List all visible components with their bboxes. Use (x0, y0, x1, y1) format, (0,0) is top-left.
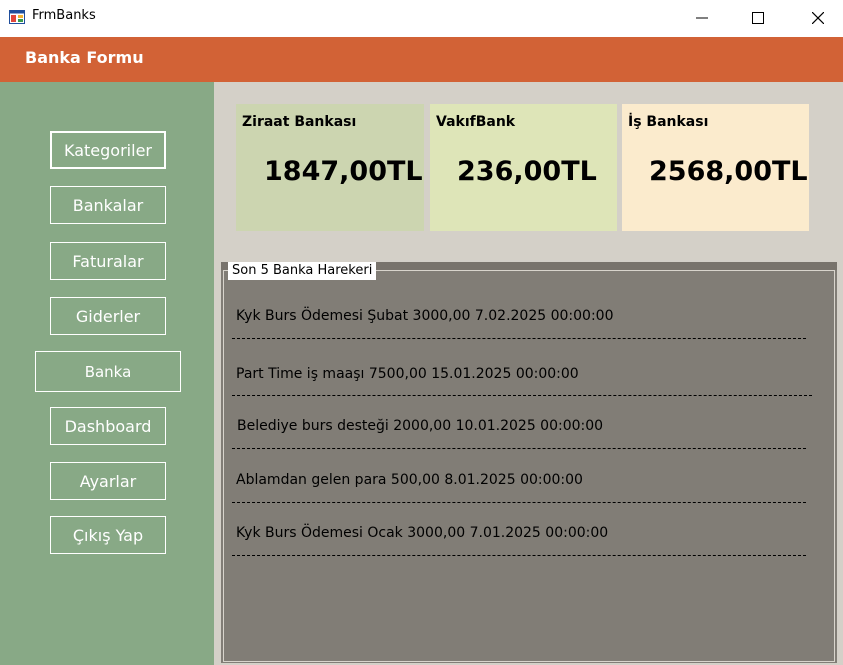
bank-name: İş Bankası (628, 114, 709, 130)
sidebar-item-kategoriler[interactable]: Kategoriler (50, 131, 166, 169)
sidebar-item-dashboard[interactable]: Dashboard (50, 407, 166, 445)
divider (232, 395, 812, 396)
transaction-item: Ablamdan gelen para 500,00 8.01.2025 00:… (236, 472, 583, 488)
close-button[interactable] (795, 0, 841, 35)
maximize-button[interactable] (735, 0, 781, 35)
bank-card-ziraat: Ziraat Bankası 1847,00TL (236, 104, 424, 231)
sidebar-item-cikis-yap[interactable]: Çıkış Yap (50, 516, 166, 554)
divider (232, 502, 806, 503)
minimize-button[interactable] (679, 0, 725, 35)
page-header: Banka Formu (0, 37, 843, 82)
divider (232, 448, 806, 449)
sidebar-item-banka[interactable]: Banka (35, 351, 181, 392)
divider (232, 555, 806, 556)
sidebar-item-giderler[interactable]: Giderler (50, 297, 166, 335)
transaction-item: Belediye burs desteği 2000,00 10.01.2025… (237, 418, 604, 434)
sidebar-item-bankalar[interactable]: Bankalar (50, 186, 166, 224)
maximize-icon (752, 11, 764, 24)
sidebar-item-ayarlar[interactable]: Ayarlar (50, 462, 166, 500)
bank-card-isbankasi: İş Bankası 2568,00TL (622, 104, 809, 231)
recent-transactions-group: Son 5 Banka Harekeri Kyk Burs Ödemesi Şu… (221, 262, 837, 663)
sidebar-item-faturalar[interactable]: Faturalar (50, 242, 166, 280)
bank-balance: 236,00TL (457, 156, 597, 187)
divider (232, 338, 806, 339)
app-icon (9, 9, 25, 24)
group-border (223, 270, 835, 662)
group-legend: Son 5 Banka Harekeri (228, 262, 377, 280)
bank-balance: 2568,00TL (649, 156, 808, 187)
close-icon (812, 11, 824, 24)
title-bar: FrmBanks (0, 0, 843, 35)
bank-name: VakıfBank (436, 114, 516, 130)
transaction-item: Part Time iş maaşı 7500,00 15.01.2025 00… (236, 366, 579, 382)
transaction-item: Kyk Burs Ödemesi Ocak 3000,00 7.01.2025 … (236, 525, 609, 541)
bank-name: Ziraat Bankası (242, 114, 357, 130)
transaction-item: Kyk Burs Ödemesi Şubat 3000,00 7.02.2025… (236, 308, 614, 324)
window-title: FrmBanks (32, 8, 96, 23)
page-title: Banka Formu (25, 48, 144, 67)
minimize-icon (696, 17, 708, 18)
bank-card-vakifbank: VakıfBank 236,00TL (430, 104, 617, 231)
bank-balance: 1847,00TL (264, 156, 423, 187)
